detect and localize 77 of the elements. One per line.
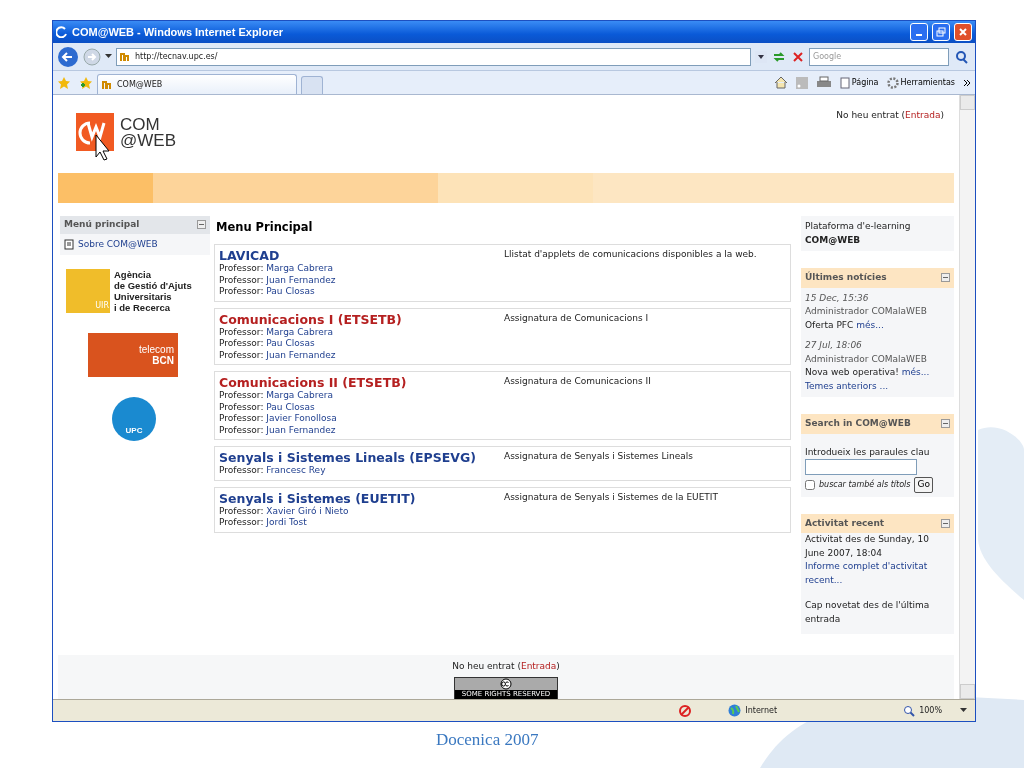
login-status: No heu entrat (Entrada) [451,660,561,673]
professor-label: Professor: [219,326,264,337]
course-link[interactable]: LAVICAD [219,248,504,264]
course-link[interactable]: Senyals i Sistemes Lineals (EPSEVG) [219,450,504,466]
professor-label: Professor: [219,413,264,424]
activity-report-link[interactable]: Informe complet d'activitat recent... [805,560,950,587]
news-text: Oferta PFC [805,319,854,330]
agency-logo-mark: UIR [66,269,110,313]
older-topics-link[interactable]: Temes anteriors ... [805,379,950,393]
professor-label: Professor: [219,465,264,476]
professor-link[interactable]: Juan Fernandez [266,424,336,435]
go-button[interactable]: Go [914,477,933,493]
activity-note: Cap novetat des de l'última entrada [805,599,931,626]
menu-link[interactable]: Sobre COM@WEB [78,237,158,251]
telecom-logo: telecom BCN [88,333,178,377]
security-zone: Internet [745,704,778,717]
professor-label: Professor: [219,338,264,349]
professor-link[interactable]: Juan Fernandez [266,274,336,285]
login-status: No heu entrat (Entrada) [836,109,944,122]
professor-link[interactable]: Pau Closas [266,338,315,349]
course-description: Assignatura de Senyals i Sistemes Lineals [504,450,693,464]
block-title: Search in COM@WEB [805,417,911,430]
professor-label: Professor: [219,263,264,274]
professor-label: Professor: [219,390,264,401]
professor-link[interactable]: Marga Cabrera [266,263,333,274]
address-field[interactable]: http://tecnav.upc.es/ [116,47,751,66]
field-label: Introdueix les paraules clau [805,445,931,459]
news-author: Administrador COMalaWEB [805,352,928,366]
professor-label: Professor: [219,517,264,528]
course-link[interactable]: Comunicacions II (ETSETB) [219,375,504,391]
professor-label: Professor: [219,349,264,360]
window-title: COM@WEB - Windows Internet Explorer [72,26,285,38]
news-text: Nova web operativa! [805,367,899,377]
more-link[interactable]: més... [856,319,884,330]
professor-label: Professor: [219,424,264,435]
zoom-level[interactable]: 100% [919,704,942,717]
more-link[interactable]: més... [901,367,930,377]
professor-link[interactable]: Marga Cabrera [266,326,333,337]
page-menu[interactable]: Página [839,76,879,89]
checkbox-label: buscar també als títols [819,478,911,491]
block-title: Menú principal [64,218,140,231]
block-title: Activitat recent [805,516,885,530]
tools-menu[interactable]: Herramientas [886,76,955,89]
login-link[interactable]: Entrada [905,110,941,120]
news-date: 27 Jul, 18:06 [805,339,863,352]
professor-link[interactable]: Pau Closas [266,286,315,297]
slide-caption: Docenica 2007 [436,730,539,750]
agency-name: Agència de Gestió d'Ajuts Universitaris i de Recerca [114,269,192,313]
activity-since: Activitat des de Sunday, 10 June 2007, 18:04 [805,533,930,560]
professor-label: Professor: [219,401,264,412]
course-description: Assignatura de Comunicacions I [504,311,649,325]
section-title: Menu Principal [216,219,314,236]
block-title: Últimes notícies [805,271,887,284]
upc-logo: UPC [112,397,156,441]
platform-name: COM@WEB [805,233,862,247]
professor-label: Professor: [219,274,264,285]
professor-link[interactable]: Javier Fonollosa [266,413,337,424]
course-description: Assignatura de Senyals i Sistemes de la EUETIT [504,490,718,504]
professor-link[interactable]: Xavier Giró i Nieto [266,505,349,516]
news-date: 15 Dec, 15:36 [805,291,870,305]
professor-link[interactable]: Juan Fernandez [266,349,336,360]
course-link[interactable]: Senyals i Sistemes (EUETIT) [219,490,504,506]
professor-label: Professor: [219,505,264,516]
professor-link[interactable]: Marga Cabrera [266,390,333,401]
professor-label: Professor: [219,286,264,297]
professor-link[interactable]: Pau Closas [266,401,315,412]
url-text: http://tecnav.upc.es/ [135,50,218,63]
professor-link[interactable]: Jordi Tost [266,517,307,528]
course-description: Llistat d'applets de comunicacions disponibles a la web. [504,248,757,262]
professor-link[interactable]: Francesc Rey [266,465,326,476]
logo-text: COM @WEB [120,117,176,149]
search-field[interactable]: Google [809,47,949,66]
course-link[interactable]: Comunicacions I (ETSETB) [219,311,504,327]
course-description: Assignatura de Comunicacions II [504,375,651,389]
platform-text: Plataforma d'e-learning [805,220,912,233]
news-author: Administrador COMalaWEB [805,305,928,318]
browser-tab[interactable]: COM@WEB [97,74,297,94]
